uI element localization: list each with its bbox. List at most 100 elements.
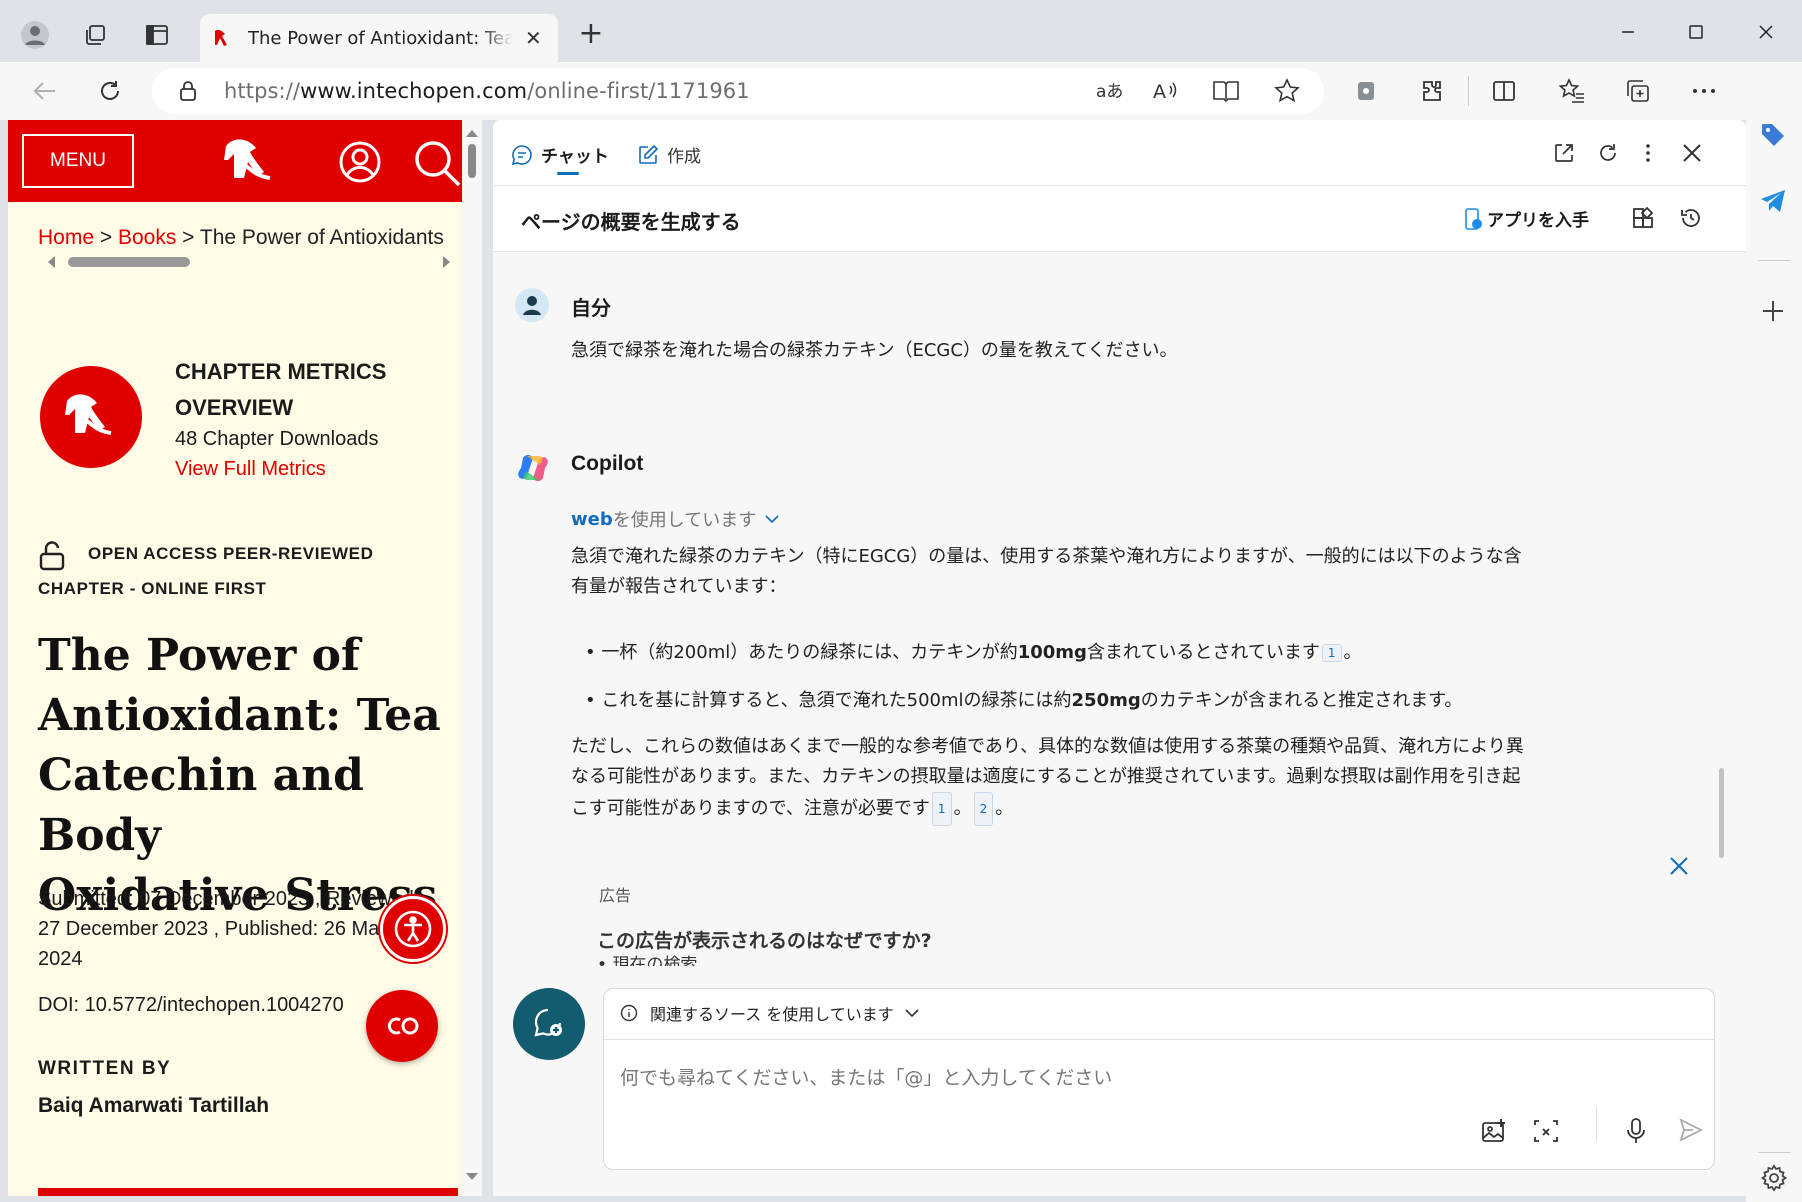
bullet-dot: • — [585, 690, 596, 711]
bullet-dot: • — [585, 642, 596, 663]
user-avatar-icon — [515, 288, 549, 322]
using-label: を使用しています — [612, 510, 757, 531]
immersive-reader-icon[interactable] — [1212, 78, 1240, 104]
chat-scrollbar[interactable] — [1719, 768, 1724, 858]
doi-text: DOI: 10.5772/intechopen.1004270 — [38, 994, 344, 1016]
chat-messages: 自分 急須で緑茶を淹れた場合の緑茶カテキン（ECGC）の量を教えてください。 C… — [493, 252, 1746, 1088]
extensions-icon[interactable] — [1414, 74, 1450, 108]
chapter-title-line: Catechin and Body — [38, 750, 364, 861]
answer-intro: 急須で淹れた緑茶のカテキン（特にEGCG）の量は、使用する茶葉や淹れ方によります… — [571, 542, 1522, 602]
panel-more-options-icon[interactable] — [1643, 142, 1653, 164]
send-icon[interactable] — [1678, 1117, 1704, 1143]
web-source-toggle[interactable]: web を使用しています — [571, 506, 780, 532]
vertical-tabs-icon[interactable] — [140, 18, 174, 52]
close-window-button[interactable] — [1736, 14, 1796, 50]
bullet-text: 含まれているとされています — [1086, 642, 1320, 663]
ad-label: 広告 — [599, 886, 632, 905]
breadcrumb-separator: > — [94, 226, 118, 249]
minimize-button[interactable] — [1598, 14, 1658, 50]
chapter-downloads: 48 Chapter Downloads — [175, 428, 379, 450]
url-text[interactable]: https://www.intechopen.com/online-first/… — [224, 79, 750, 103]
browser-tab[interactable]: The Power of Antioxidant: Tea Ca ✕ — [200, 14, 558, 62]
navigation-bar: https://www.intechopen.com/online-first/… — [0, 62, 1802, 120]
favorites-list-icon[interactable] — [1554, 74, 1590, 108]
open-in-new-icon[interactable] — [1553, 142, 1575, 164]
back-button[interactable] — [26, 74, 62, 108]
generate-summary-button[interactable]: ページの概要を生成する — [521, 206, 741, 235]
add-image-icon[interactable] — [1480, 1117, 1508, 1145]
citation-badge[interactable]: 1 — [1321, 644, 1342, 662]
tab-chat-label: チャット — [541, 147, 609, 167]
maximize-button[interactable] — [1666, 14, 1726, 50]
citation-badge[interactable]: 2 — [973, 792, 994, 826]
chapter-title-line: Antioxidant: Tea — [38, 690, 441, 741]
page-vertical-scrollbar[interactable] — [462, 120, 482, 1196]
answer-intro-line: 急須で淹れた緑茶のカテキン（特にEGCG）の量は、使用する茶葉や淹れ方によります… — [571, 546, 1522, 567]
intechopen-favicon-icon — [212, 27, 234, 49]
new-tab-button[interactable]: + — [574, 16, 608, 51]
intechopen-logo[interactable] — [222, 136, 278, 188]
split-screen-icon[interactable] — [1486, 74, 1522, 108]
chevron-down-icon — [765, 515, 779, 524]
plugins-icon[interactable] — [1631, 206, 1655, 230]
refresh-chat-icon[interactable] — [1597, 142, 1619, 164]
view-full-metrics-link[interactable]: View Full Metrics — [175, 458, 326, 481]
answer-bullet-2: • これを基に計算すると、急須で淹れた500mlの緑茶には約250mgのカテキン… — [585, 686, 1462, 712]
refresh-button[interactable] — [92, 74, 128, 108]
more-options-icon[interactable] — [1686, 74, 1722, 108]
close-ad-icon[interactable] — [1669, 856, 1689, 876]
breadcrumb-horizontal-scrollbar[interactable] — [44, 254, 462, 270]
tab-close-icon[interactable]: ✕ — [525, 26, 542, 50]
user-name: 自分 — [571, 296, 611, 320]
chat-input-field[interactable]: 何でも尋ねてください、または「@」と入力してください — [620, 1063, 1520, 1090]
breadcrumb-books-link[interactable]: Books — [118, 226, 176, 249]
new-topic-button[interactable] — [513, 988, 585, 1060]
extension-shield-icon[interactable] — [1348, 74, 1384, 108]
captions-button[interactable] — [366, 990, 438, 1062]
answer-paragraph: ただし、これらの数値はあくまで一般的な参考値であり、具体的な数値は使用する茶葉の… — [571, 732, 1524, 826]
add-sidebar-app-icon[interactable] — [1760, 298, 1786, 324]
bullet-text: 。 — [1343, 642, 1362, 663]
answer-intro-line: 有量が報告されています： — [571, 576, 787, 597]
history-icon[interactable] — [1679, 206, 1703, 230]
collections-icon[interactable] — [1620, 74, 1656, 108]
tab-chat[interactable]: チャット — [511, 142, 609, 167]
copilot-subheader: ページの概要を生成する アプリを入手 — [493, 186, 1746, 252]
bullet-text: のカテキンが含まれると推定されます。 — [1140, 690, 1463, 711]
written-by-label: WRITTEN BY — [38, 1058, 172, 1079]
address-bar[interactable]: https://www.intechopen.com/online-first/… — [152, 68, 1324, 114]
read-aloud-icon[interactable]: A — [1152, 78, 1180, 104]
answer-paragraph-line: こす可能性がありますので、注意が必要です 1。 2。 — [571, 792, 1524, 826]
answer-bullet-1: • 一杯（約200ml）あたりの緑茶には、カテキンが約100mg含まれているとさ… — [585, 638, 1362, 664]
screen-capture-icon[interactable] — [1532, 1117, 1560, 1145]
sources-selector[interactable]: 関連するソース を使用しています — [620, 1001, 920, 1025]
tab-compose[interactable]: 作成 — [637, 142, 701, 167]
accessibility-button[interactable] — [380, 896, 446, 962]
account-icon[interactable] — [338, 140, 382, 184]
microphone-icon[interactable] — [1624, 1117, 1648, 1145]
breadcrumb-current: The Power of Antioxidants — [199, 226, 444, 249]
author-name[interactable]: Baiq Amarwati Tartillah — [38, 1094, 269, 1118]
citation-badge[interactable]: 1 — [931, 792, 952, 826]
translate-icon[interactable]: aあ — [1094, 78, 1122, 104]
get-app-button[interactable]: アプリを入手 — [1463, 206, 1589, 231]
lock-icon[interactable] — [178, 79, 198, 103]
sidebar-settings-icon[interactable] — [1760, 1164, 1788, 1192]
answer-paragraph-line: ただし、これらの数値はあくまで一般的な参考値であり、具体的な数値は使用する茶葉の… — [571, 736, 1524, 757]
ad-why-heading[interactable]: この広告が表示されるのはなぜですか? — [597, 926, 932, 953]
shopping-tag-icon[interactable] — [1758, 120, 1788, 150]
ad-reason-text: 現在の検索 — [612, 955, 698, 966]
site-header: MENU — [8, 120, 462, 202]
menu-button[interactable]: MENU — [22, 134, 134, 188]
edge-sidebar — [1746, 62, 1802, 1202]
publication-dates-line: Submitted: 07 December 2023 , Reviewed: — [38, 888, 420, 910]
profile-icon[interactable] — [18, 18, 52, 52]
workspaces-icon[interactable] — [78, 18, 112, 52]
search-icon[interactable] — [414, 140, 462, 188]
web-source-label: web — [571, 508, 613, 530]
close-panel-icon[interactable] — [1681, 142, 1703, 164]
send-telegram-icon[interactable] — [1758, 186, 1788, 216]
favorite-star-icon[interactable] — [1274, 78, 1300, 104]
bullet-text: これを基に計算すると、急須で淹れた500mlの緑茶には約 — [601, 690, 1072, 711]
breadcrumb-home-link[interactable]: Home — [38, 226, 94, 249]
